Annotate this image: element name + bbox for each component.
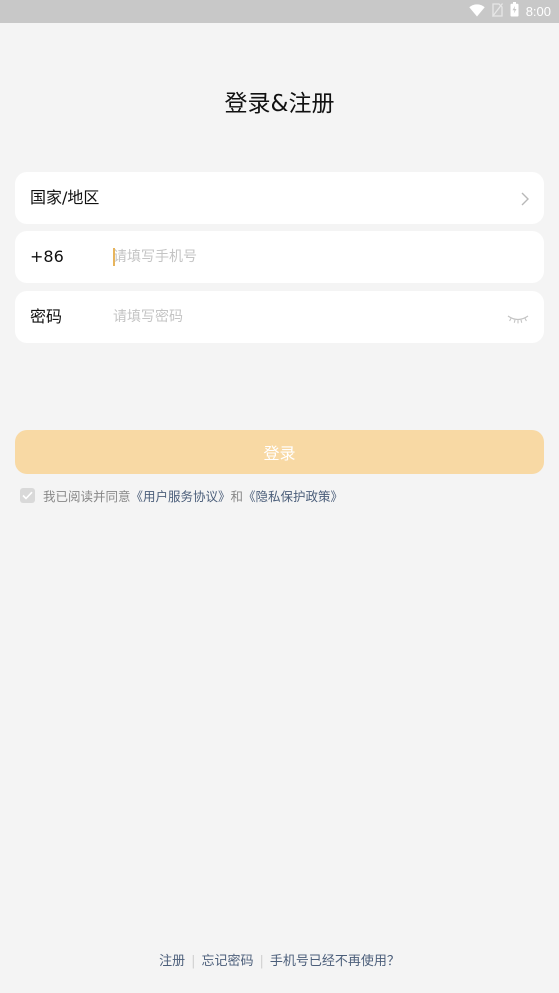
user-agreement-link[interactable]: 《用户服务协议》 (131, 486, 231, 505)
agreement-conjunction: 和 (230, 489, 244, 504)
password-field-row: 密码 (15, 291, 544, 343)
status-time: 8:00 (525, 4, 551, 19)
login-button[interactable]: 登录 (15, 430, 544, 474)
phone-unavailable-link[interactable]: 手机号已经不再使用？ (270, 954, 400, 969)
region-label: 国家/地区 (30, 188, 100, 207)
chevron-right-icon (521, 191, 529, 210)
agreement-checkbox[interactable] (20, 488, 35, 503)
password-input[interactable] (113, 304, 493, 330)
register-link[interactable]: 注册 (159, 954, 185, 969)
no-sim-icon (491, 2, 503, 21)
agreement-prefix: 我已阅读并同意 (43, 489, 131, 504)
footer-links: 注册 | 忘记密码 | 手机号已经不再使用？ (0, 950, 559, 969)
eye-closed-icon[interactable] (507, 311, 529, 330)
footer-divider: | (191, 954, 196, 969)
footer-divider: | (259, 954, 264, 969)
phone-field-row: +86 (15, 231, 544, 283)
page-title: 登录&注册 (224, 91, 335, 117)
status-bar: 8:00 (0, 0, 559, 23)
wifi-icon (468, 2, 485, 21)
battery-icon (510, 2, 519, 21)
password-label: 密码 (30, 307, 63, 326)
phone-input[interactable] (113, 244, 493, 270)
text-caret (113, 248, 115, 266)
region-selector[interactable]: 国家/地区 (15, 172, 544, 224)
status-icons: 8:00 (468, 2, 551, 21)
agreement-row: 我已阅读并同意 《用户服务协议》 和 《隐私保护政策》 (20, 487, 343, 504)
forgot-password-link[interactable]: 忘记密码 (201, 954, 253, 969)
privacy-policy-link[interactable]: 《隐私保护政策》 (243, 486, 343, 505)
phone-prefix[interactable]: +86 (30, 231, 64, 283)
